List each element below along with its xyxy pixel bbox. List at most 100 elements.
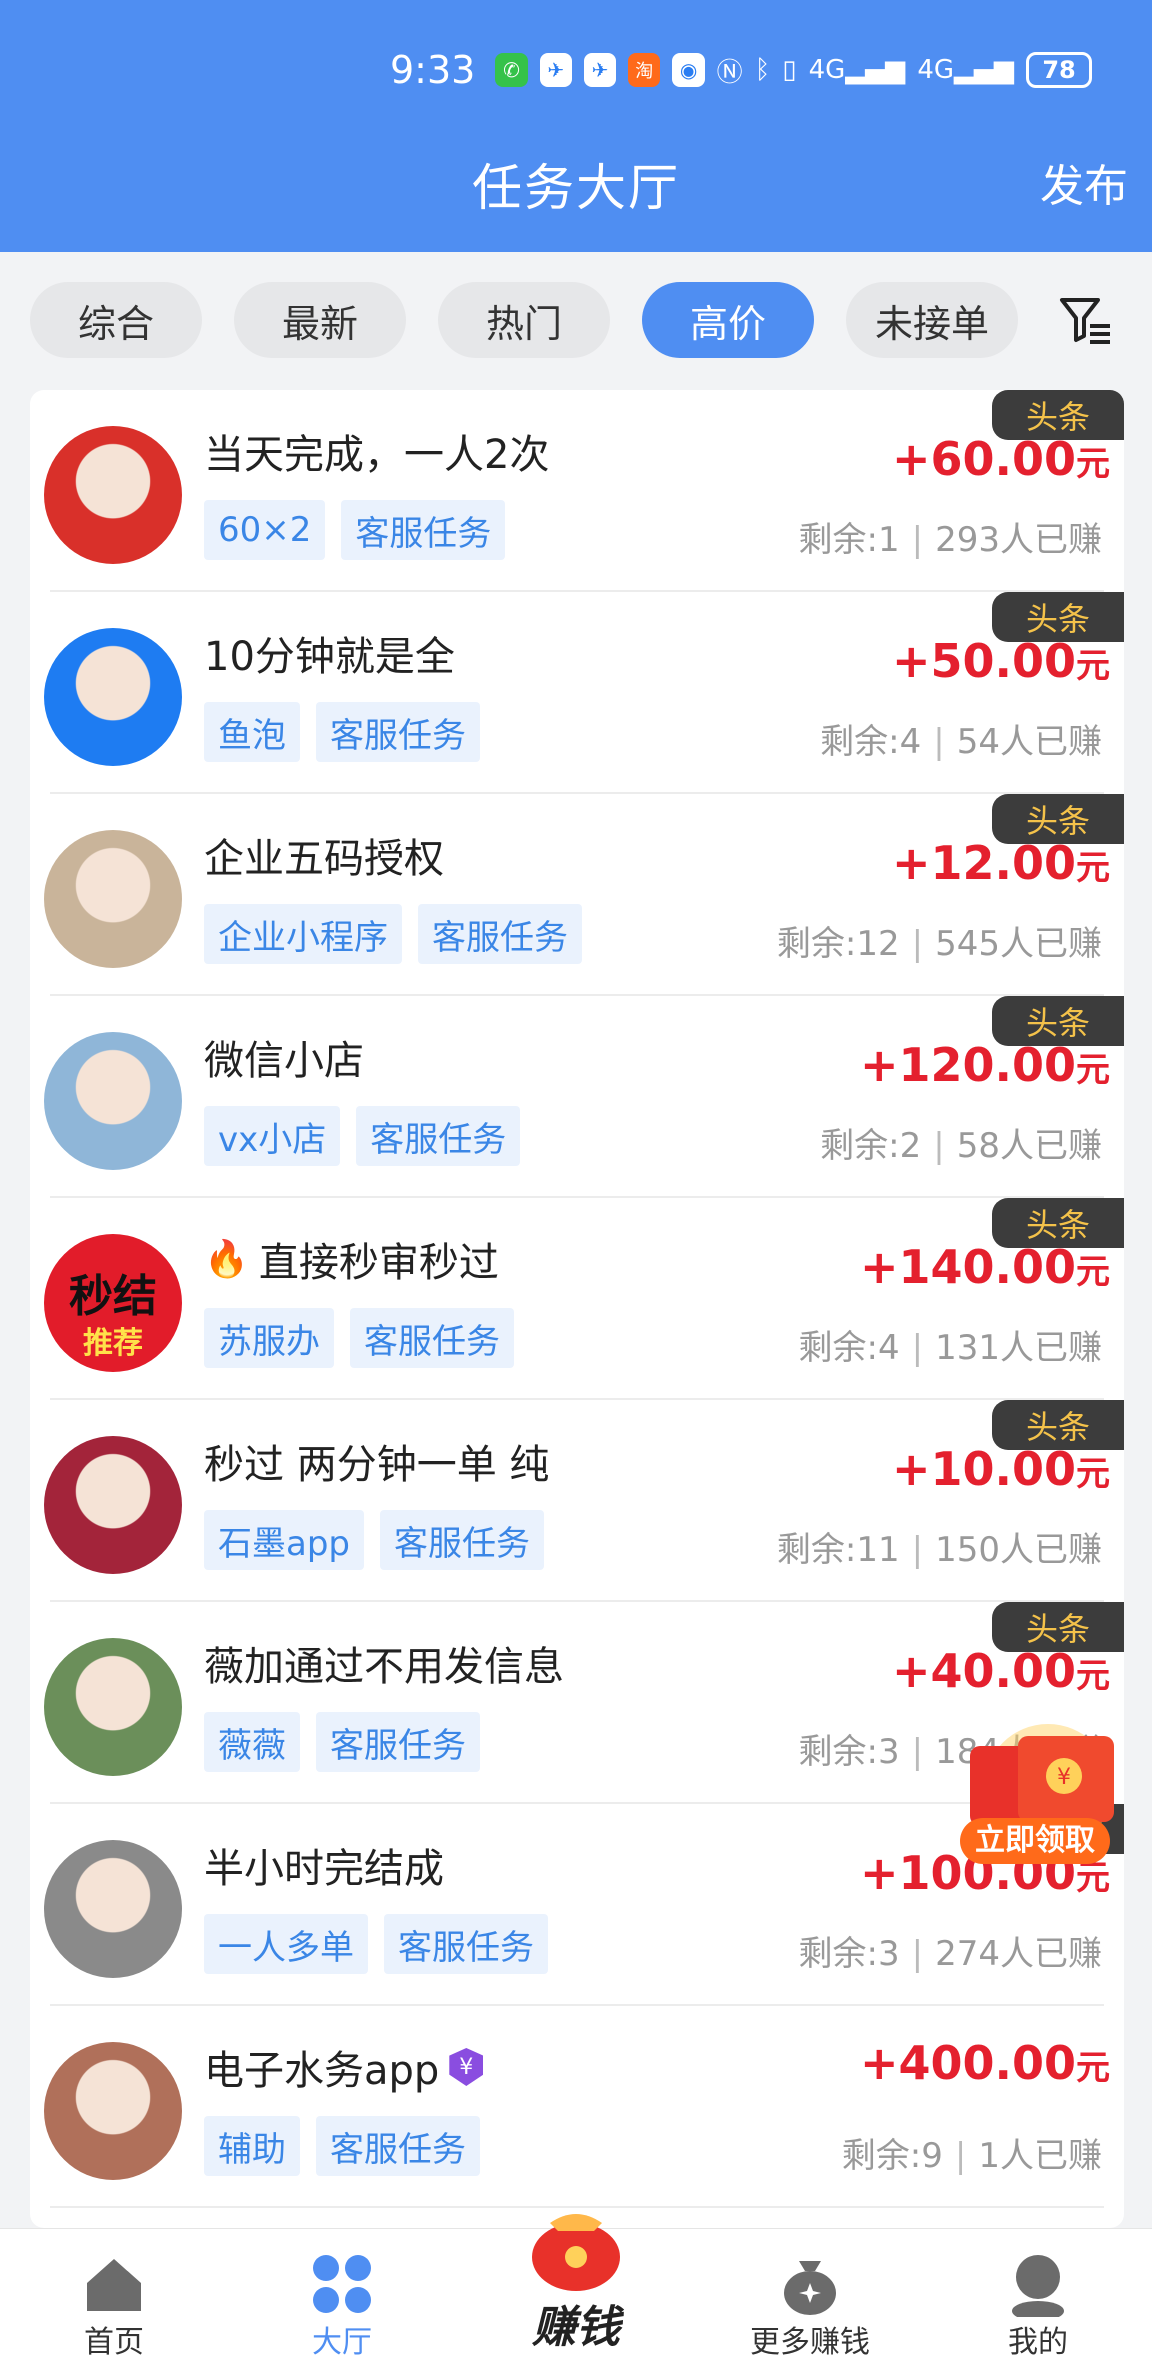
task-avatar [44,426,182,564]
meta-separator: | [933,1126,945,1166]
price-amount: +60.00 [891,432,1076,486]
task-avatar [44,628,182,766]
earned-count: 545人已赚 [935,924,1102,964]
meta-separator: | [933,722,945,762]
remaining-count: 剩余:3 [798,1934,900,1974]
task-item[interactable]: 微信小店 vx小店 客服任务 头条 +120.00元 剩余:2 | 58人已赚 [30,996,1124,1198]
task-price: +140.00元 [860,1240,1110,1294]
task-item[interactable]: 秒结 推荐 🔥 直接秒审秒过 苏服办 客服任务 头条 +140.00元 剩余:4 | 131人已赚 [30,1198,1124,1400]
task-title: 电子水务app ¥ [204,2038,484,2096]
price-unit: 元 [1076,2048,1110,2088]
task-meta: 剩余:1 | 293人已赚 [799,512,1102,561]
earned-count: 131人已赚 [935,1328,1102,1368]
remaining-count: 剩余:9 [841,2136,943,2176]
task-tag: 薇薇 [204,1712,300,1772]
price-unit: 元 [1076,444,1110,484]
task-avatar [44,830,182,968]
task-tag: 企业小程序 [204,904,402,964]
earned-count: 293人已赚 [935,520,1102,560]
coin-bag-icon [784,2261,836,2315]
task-price: +12.00元 [892,836,1110,890]
task-title-text: 微信小店 [204,1038,364,1084]
nav-more-earn[interactable]: 更多赚钱 [720,2229,900,2376]
bottom-nav: 首页 大厅 赚钱 更多赚钱 我的 [0,2214,1152,2376]
price-amount: +40.00 [891,1644,1076,1698]
task-item[interactable]: 秒过 两分钟一单 纯石墨app 客服任务 头条 +10.00元 剩余:11 | 150人已赚 [30,1400,1124,1602]
filter-icon[interactable] [1058,292,1114,348]
page-title: 任务大厅 [472,159,680,217]
nav-profile[interactable]: 我的 [948,2229,1128,2376]
meta-separator: | [911,1934,924,1974]
task-title: 半小时完结成 [204,1836,444,1894]
nav-earn[interactable]: 赚钱 [486,2214,666,2376]
status-time: 9:33 [390,48,476,92]
task-title-text: 秒过 两分钟一单 纯 [204,1442,550,1488]
task-item[interactable]: 电子水务app ¥ 辅助 客服任务 +400.00元 剩余:9 | 1人已赚 [30,2006,1124,2208]
remaining-count: 剩余:4 [820,722,922,762]
task-item[interactable]: 企业五码授权 企业小程序 客服任务 头条 +12.00元 剩余:12 | 545人已赚 [30,794,1124,996]
task-tags: 企业小程序 客服任务 [204,904,582,964]
header: 9:33 ✆ ✈ ✈ 淘 ◉ Ⓝ ᛒ ▯ 4G▂▄▆ 4G▂▄▆ 78 任务大厅… [0,0,1152,252]
svg-text:¥: ¥ [1057,1765,1071,1790]
task-title-text: 10分钟就是全 [204,634,455,680]
task-title-text: 电子水务app [204,2048,440,2094]
filter-tab-newest[interactable]: 最新 [234,282,406,358]
red-packet-button[interactable]: ¥ 立即领取 [952,1718,1122,1876]
task-tags: 鱼泡 客服任务 [204,702,480,762]
task-item[interactable]: 当天完成，一人2次 60×2 客服任务 头条 +60.00元 剩余:1 | 293人已赚 [30,390,1124,592]
price-amount: +120.00 [859,1038,1076,1092]
filter-tab-high-price[interactable]: 高价 [642,282,814,358]
home-icon [87,2259,141,2311]
task-tag: 客服任务 [316,2116,480,2176]
price-amount: +12.00 [891,836,1076,890]
nav-hall[interactable]: 大厅 [252,2229,432,2376]
task-avatar [44,2042,182,2180]
meta-separator: | [911,1530,924,1570]
meta-separator: | [911,520,924,560]
earned-count: 274人已赚 [935,1934,1102,1974]
task-tags: vx小店 客服任务 [204,1106,521,1166]
task-tag: 60×2 [204,500,326,560]
task-item[interactable]: 10分钟就是全 鱼泡 客服任务 头条 +50.00元 剩余:4 | 54人已赚 [30,592,1124,794]
avatar-text: 秒结 [69,1271,157,1322]
task-title: 微信小店 [204,1028,364,1086]
task-tag: 客服任务 [384,1914,548,1974]
phone-icon: ✆ [495,53,528,87]
remaining-count: 剩余:1 [798,520,900,560]
task-tags: 苏服办 客服任务 [204,1308,514,1368]
filter-tab-comprehensive[interactable]: 综合 [30,282,202,358]
task-meta: 剩余:12 | 545人已赚 [777,916,1102,965]
publish-button[interactable]: 发布 [1040,150,1128,214]
task-avatar [44,1032,182,1170]
task-meta: 剩余:3 | 274人已赚 [799,1926,1102,1975]
price-unit: 元 [1076,1252,1110,1292]
price-amount: +140.00 [859,1240,1076,1294]
red-packet-label: 立即领取 [975,1823,1095,1858]
status-indicators: Ⓝ ᛒ ▯ 4G▂▄▆ 4G▂▄▆ 78 [716,52,1093,89]
task-tags: 一人多单 客服任务 [204,1914,548,1974]
profile-icon [1012,2255,1064,2317]
taobao-icon: 淘 [628,53,661,87]
meta-separator: | [911,924,924,964]
price-unit: 元 [1076,1656,1110,1696]
nav-home[interactable]: 首页 [24,2229,204,2376]
remaining-count: 剩余:11 [776,1530,900,1570]
price-unit: 元 [1076,646,1110,686]
price-amount: +400.00 [859,2036,1076,2090]
filter-tab-unclaimed[interactable]: 未接单 [846,282,1018,358]
filter-bar: 综合 最新 热门 高价 未接单 [0,252,1152,388]
task-tag: 客服任务 [316,702,480,762]
task-avatar: 秒结 推荐 [44,1234,182,1372]
remaining-count: 剩余:4 [798,1328,900,1368]
filter-tab-hot[interactable]: 热门 [438,282,610,358]
task-price: +60.00元 [892,432,1110,486]
task-meta: 剩余:4 | 54人已赚 [820,714,1102,763]
task-tag: 辅助 [204,2116,300,2176]
task-title-text: 企业五码授权 [204,836,444,882]
task-title-text: 半小时完结成 [204,1846,444,1892]
task-title: 企业五码授权 [204,826,444,884]
task-tags: 石墨app 客服任务 [204,1510,544,1570]
money-bag-icon [532,2214,620,2291]
bluetooth-icon: ᛒ [754,55,771,85]
nfc-icon: Ⓝ [716,57,743,88]
